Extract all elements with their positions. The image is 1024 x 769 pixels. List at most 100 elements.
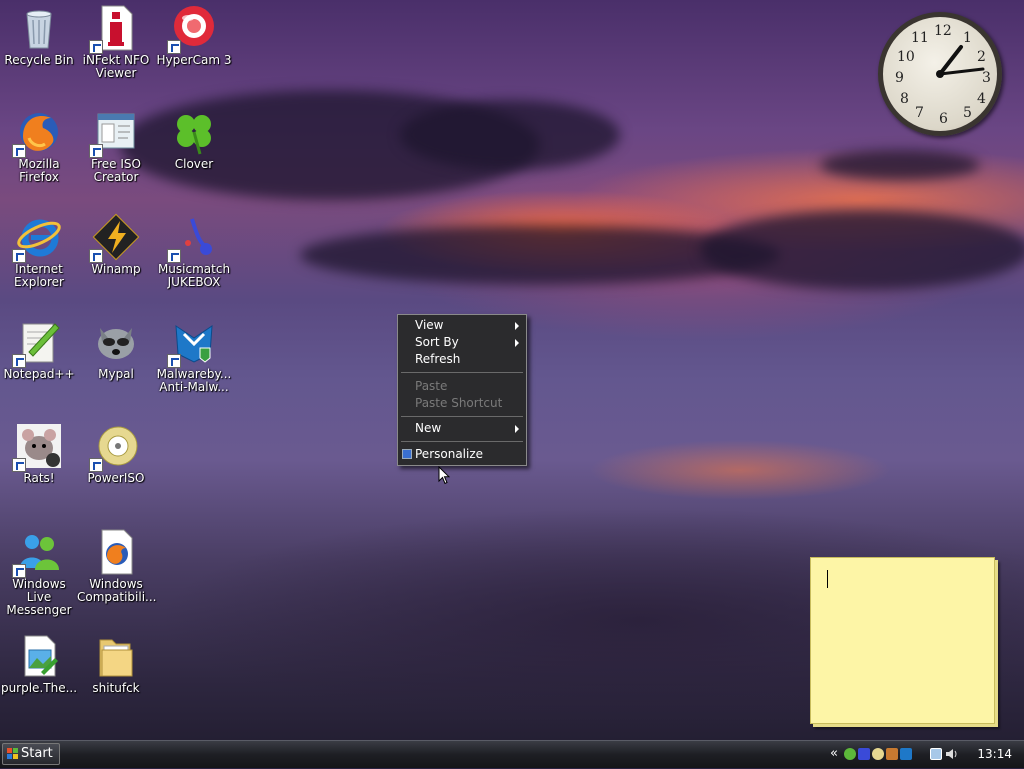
taskbar: Start « 13:14 xyxy=(0,740,1024,768)
winamp-icon xyxy=(89,213,140,263)
messenger-tray-icon[interactable] xyxy=(844,748,856,760)
menu-item-paste: Paste xyxy=(398,378,526,395)
shortcut-arrow-icon xyxy=(167,354,181,368)
menu-item-refresh[interactable]: Refresh xyxy=(398,351,526,368)
desktop-icon-infekt-nfo-viewer[interactable]: iNFekt NFO Viewer xyxy=(77,4,155,80)
desktop-icon-internet-explorer[interactable]: Internet Explorer xyxy=(0,213,78,289)
menu-item-new[interactable]: New xyxy=(398,420,526,437)
desktop-icon-notepad-plus-plus[interactable]: Notepad++ xyxy=(0,318,78,381)
menu-separator xyxy=(401,441,523,442)
messenger-icon xyxy=(12,528,63,578)
internet-explorer-icon xyxy=(12,213,63,263)
desktop-icon-windows-live-messenger[interactable]: Windows Live Messenger xyxy=(0,528,78,617)
tray-expand-button[interactable]: « xyxy=(830,746,838,761)
shortcut-arrow-icon xyxy=(167,249,181,263)
icon-label: Malwareby... Anti-Malw... xyxy=(156,367,232,394)
desktop-context-menu: View Sort By Refresh Paste Paste Shortcu… xyxy=(397,314,527,466)
desktop-icon-free-iso-creator[interactable]: Free ISO Creator xyxy=(77,108,155,184)
menu-item-label: Paste xyxy=(415,379,448,393)
poweriso-icon xyxy=(89,422,140,472)
windows-logo-icon xyxy=(7,748,19,760)
musicmatch-icon xyxy=(167,213,218,263)
poweriso-tray-icon[interactable] xyxy=(872,748,884,760)
volume-icon[interactable] xyxy=(945,747,959,761)
system-tray: « 13:14 xyxy=(828,741,1024,769)
icon-label: Mypal xyxy=(98,367,134,381)
iso-creator-icon xyxy=(89,108,140,158)
desktop-icon-windows-compatibility[interactable]: Windows Compatibili... xyxy=(77,528,157,604)
desktop-icon-recycle-bin[interactable]: Recycle Bin xyxy=(0,4,78,67)
menu-item-label: Refresh xyxy=(415,352,461,366)
shortcut-arrow-icon xyxy=(12,144,26,158)
icon-label: Windows Compatibili... xyxy=(77,577,157,604)
shortcut-arrow-icon xyxy=(89,40,103,54)
wallpaper-cloud xyxy=(820,150,980,180)
menu-separator xyxy=(401,372,523,373)
desktop-icon-rats[interactable]: Rats! xyxy=(0,422,78,485)
icon-label: Clover xyxy=(174,157,214,171)
icon-label: iNFekt NFO Viewer xyxy=(82,53,150,80)
recycle-bin-icon xyxy=(15,4,63,52)
wallpaper-cloud xyxy=(700,210,1024,290)
icon-label: HyperCam 3 xyxy=(156,53,232,67)
icon-label: Rats! xyxy=(23,471,55,485)
desktop[interactable]: Recycle Bin Mozilla Firefox Internet Exp… xyxy=(0,0,1024,740)
taskbar-clock[interactable]: 13:14 xyxy=(977,747,1012,761)
security-tray-icon[interactable] xyxy=(886,748,898,760)
nfo-viewer-icon xyxy=(89,4,140,54)
clock-gadget[interactable]: 12 1 2 3 4 5 6 7 8 9 10 11 xyxy=(878,12,1002,136)
shortcut-arrow-icon xyxy=(167,40,181,54)
menu-item-view[interactable]: View xyxy=(398,317,526,334)
personalize-icon xyxy=(402,449,412,459)
menu-item-paste-shortcut: Paste Shortcut xyxy=(398,395,526,412)
menu-item-sort-by[interactable]: Sort By xyxy=(398,334,526,351)
submenu-arrow-icon xyxy=(515,339,519,347)
musicmatch-tray-icon[interactable] xyxy=(858,748,870,760)
icon-label: purple.The... xyxy=(0,681,78,695)
desktop-icon-purple-the[interactable]: purple.The... xyxy=(0,632,78,695)
submenu-arrow-icon xyxy=(515,425,519,433)
malwarebytes-icon xyxy=(167,318,218,368)
network-tray-icon[interactable] xyxy=(930,748,942,760)
desktop-icon-hypercam-3[interactable]: HyperCam 3 xyxy=(155,4,233,67)
shortcut-arrow-icon xyxy=(89,458,103,472)
clock-hands xyxy=(936,45,985,78)
shortcut-arrow-icon xyxy=(12,458,26,472)
menu-item-label: Sort By xyxy=(415,335,459,349)
desktop-icon-poweriso[interactable]: PowerISO xyxy=(77,422,155,485)
start-button[interactable]: Start xyxy=(2,743,60,765)
rats-icon xyxy=(12,422,63,472)
sticky-note[interactable] xyxy=(810,557,995,724)
desktop-icon-shitufck[interactable]: shitufck xyxy=(77,632,155,695)
menu-item-personalize[interactable]: Personalize xyxy=(398,446,526,463)
clover-icon xyxy=(170,108,218,156)
icon-label: Recycle Bin xyxy=(4,53,74,67)
text-caret xyxy=(827,570,828,588)
shortcut-arrow-icon xyxy=(12,354,26,368)
desktop-icon-mypal[interactable]: Mypal xyxy=(77,318,155,381)
icon-label: Winamp xyxy=(91,262,141,276)
desktop-icon-malwarebytes[interactable]: Malwareby... Anti-Malw... xyxy=(155,318,233,394)
desktop-icon-musicmatch-jukebox[interactable]: Musicmatch JUKEBOX xyxy=(155,213,233,289)
shortcut-arrow-icon xyxy=(12,564,26,578)
icon-label: shitufck xyxy=(92,681,140,695)
icon-label: Windows Live Messenger xyxy=(6,577,72,617)
icon-label: Free ISO Creator xyxy=(91,157,141,184)
image-file-icon xyxy=(15,632,63,680)
icon-label: Internet Explorer xyxy=(14,262,64,289)
firefox-icon xyxy=(12,108,63,158)
desktop-icon-winamp[interactable]: Winamp xyxy=(77,213,155,276)
malwarebytes-tray-icon[interactable] xyxy=(900,748,912,760)
start-label: Start xyxy=(21,746,53,761)
menu-item-label: New xyxy=(415,421,442,435)
menu-separator xyxy=(401,416,523,417)
shortcut-arrow-icon xyxy=(89,249,103,263)
mypal-icon xyxy=(92,318,140,366)
desktop-icon-mozilla-firefox[interactable]: Mozilla Firefox xyxy=(0,108,78,184)
submenu-arrow-icon xyxy=(515,322,519,330)
menu-item-label: Paste Shortcut xyxy=(415,396,503,410)
mouse-cursor-icon xyxy=(438,466,450,485)
desktop-icon-clover[interactable]: Clover xyxy=(155,108,233,171)
folder-icon xyxy=(92,632,140,680)
shortcut-arrow-icon xyxy=(12,249,26,263)
